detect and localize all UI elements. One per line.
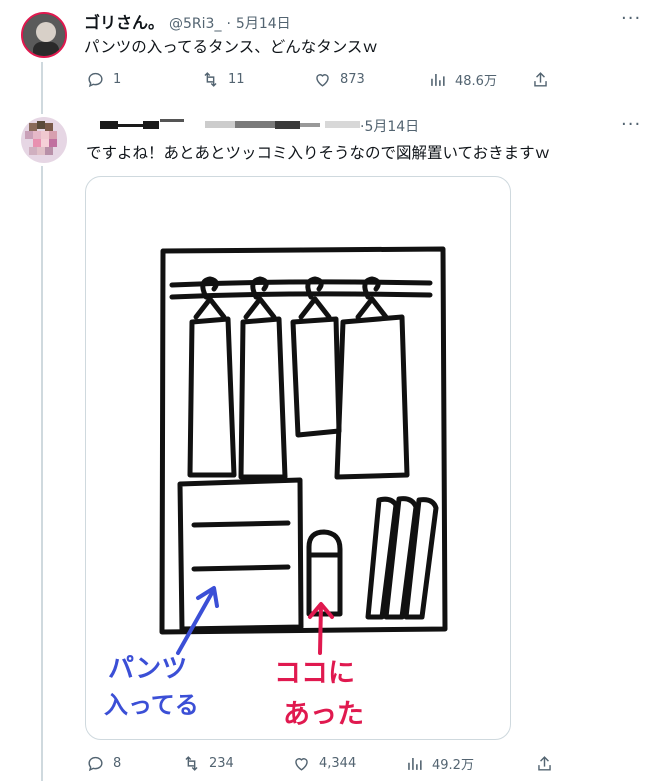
tweet-text: ですよね！あとあとツッコミ入りそうなので図解置いておきますｗ bbox=[86, 144, 551, 162]
reply-count: 1 bbox=[113, 72, 122, 87]
label-blue-2: 入ってる bbox=[104, 691, 199, 719]
avatar[interactable] bbox=[21, 12, 67, 58]
tweet-text: パンツの入ってるタンス、どんなタンスｗ bbox=[84, 38, 378, 56]
display-name[interactable]: ゴリさん。 bbox=[84, 9, 164, 33]
thread-line bbox=[41, 62, 43, 114]
timestamp[interactable]: 5月14日 bbox=[236, 13, 291, 33]
thread-line bbox=[41, 166, 43, 781]
views-button[interactable]: 48.6万 bbox=[428, 70, 538, 89]
retweet-count: 11 bbox=[228, 72, 245, 87]
tweet-actions: 1 11 873 48.6万 bbox=[86, 70, 556, 89]
retweet-icon bbox=[204, 72, 217, 87]
like-count: 4,344 bbox=[319, 756, 357, 771]
views-button[interactable]: 49.2万 bbox=[405, 754, 515, 773]
reply-icon bbox=[88, 72, 103, 88]
heart-icon bbox=[295, 758, 308, 771]
views-icon bbox=[431, 73, 445, 86]
share-button[interactable] bbox=[535, 754, 554, 777]
more-options-button[interactable]: ··· bbox=[621, 114, 641, 135]
share-button[interactable] bbox=[531, 70, 550, 93]
like-count: 873 bbox=[340, 72, 365, 87]
retweet-icon bbox=[185, 756, 198, 771]
tweet-actions: 8 234 4,344 49.2万 bbox=[86, 754, 556, 773]
retweet-button[interactable]: 11 bbox=[201, 70, 313, 89]
label-red-2: あった bbox=[283, 699, 364, 730]
label-red-1: ココに bbox=[274, 658, 355, 689]
separator: · bbox=[226, 16, 231, 32]
heart-icon bbox=[316, 74, 329, 87]
reply-button[interactable]: 1 bbox=[86, 70, 201, 89]
more-options-button[interactable]: ··· bbox=[621, 8, 641, 29]
views-icon bbox=[408, 757, 422, 770]
like-button[interactable]: 873 bbox=[313, 70, 428, 89]
like-button[interactable]: 4,344 bbox=[292, 754, 405, 773]
reply-count: 8 bbox=[113, 756, 122, 771]
view-count: 48.6万 bbox=[455, 74, 497, 89]
share-icon bbox=[534, 72, 547, 87]
timestamp[interactable]: ·5月14日 bbox=[360, 116, 419, 136]
view-count: 49.2万 bbox=[432, 758, 474, 773]
avatar[interactable] bbox=[21, 117, 67, 163]
reply-button[interactable]: 8 bbox=[86, 754, 182, 773]
retweet-button[interactable]: 234 bbox=[182, 754, 292, 773]
share-icon bbox=[538, 756, 551, 771]
retweet-count: 234 bbox=[209, 756, 234, 771]
reply-icon bbox=[88, 756, 103, 772]
attached-image[interactable]: パンツ 入ってる ココに あった bbox=[85, 176, 511, 740]
handle[interactable]: @5Ri3_ bbox=[169, 16, 221, 32]
wardrobe-drawing: パンツ 入ってる ココに あった bbox=[104, 246, 448, 730]
label-blue-1: パンツ bbox=[108, 654, 187, 684]
